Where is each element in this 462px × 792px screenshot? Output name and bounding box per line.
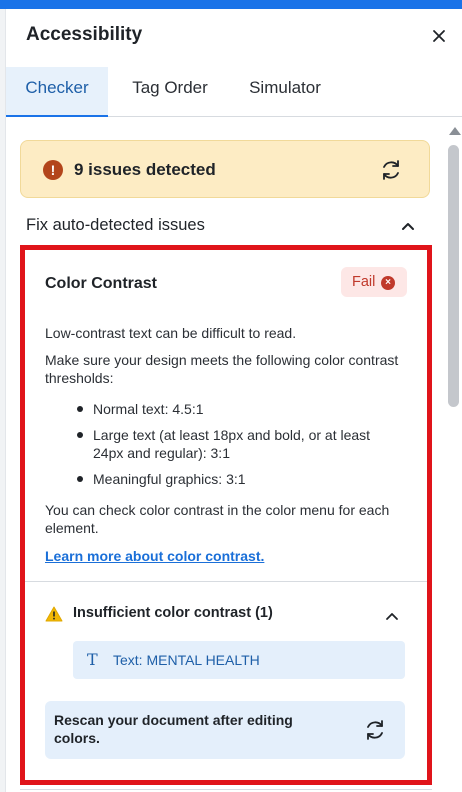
threshold-graphics: Meaningful graphics: 3:1: [93, 471, 246, 487]
insufficient-contrast-toggle[interactable]: Insufficient color contrast (1): [25, 602, 427, 632]
card-title: Color Contrast: [45, 275, 157, 292]
list-item: Meaningful graphics: 3:1: [71, 470, 401, 488]
rescan-notice: Rescan your document after editing color…: [45, 701, 405, 759]
bullet-dot-icon: [77, 476, 83, 482]
chevron-up-icon: [400, 219, 416, 231]
list-item: Normal text: 4.5:1: [71, 400, 401, 418]
fail-status-label: Fail: [352, 274, 376, 290]
fix-issues-label: Fix auto-detected issues: [26, 216, 205, 234]
accessibility-panel: Accessibility Checker Tag Order Simulato…: [6, 9, 462, 792]
issues-count-text: 9 issues detected: [74, 160, 216, 179]
card-thresholds-intro: Make sure your design meets the followin…: [45, 352, 399, 386]
issue-text-item[interactable]: T Text: MENTAL HEALTH: [73, 641, 405, 679]
fail-x-icon: ×: [381, 276, 395, 290]
text-type-icon: T: [87, 650, 98, 669]
learn-more-link[interactable]: Learn more about color contrast.: [45, 548, 264, 564]
scroll-thumb[interactable]: [448, 145, 459, 407]
issue-text-label: Text: MENTAL HEALTH: [113, 652, 260, 668]
chevron-up-icon: [385, 608, 399, 620]
warning-triangle-icon: [45, 606, 63, 622]
scrollbar[interactable]: [446, 121, 462, 792]
threshold-normal: Normal text: 4.5:1: [93, 401, 204, 417]
panel-title: Accessibility: [26, 24, 143, 45]
tab-bar: Checker Tag Order Simulator: [6, 67, 462, 117]
panel-header: Accessibility: [6, 9, 462, 59]
warning-circle-icon: !: [43, 160, 63, 180]
tab-checker[interactable]: Checker: [6, 67, 108, 117]
top-accent-bar: [0, 0, 462, 9]
refresh-icon[interactable]: [363, 718, 387, 742]
threshold-large: Large text (at least 18px and bold, or a…: [93, 427, 371, 461]
refresh-icon[interactable]: [379, 158, 403, 182]
divider: [25, 581, 427, 582]
rescan-text: Rescan your document after editing color…: [54, 712, 293, 746]
tab-simulator[interactable]: Simulator: [234, 67, 336, 117]
fix-issues-toggle[interactable]: Fix auto-detected issues: [6, 205, 426, 245]
threshold-list: Normal text: 4.5:1 Large text (at least …: [71, 400, 401, 496]
scroll-up-arrow-icon[interactable]: [449, 127, 461, 135]
tab-tag-order[interactable]: Tag Order: [118, 67, 222, 117]
issues-banner: ! 9 issues detected: [20, 140, 430, 198]
list-item: Large text (at least 18px and bold, or a…: [71, 426, 401, 462]
close-icon[interactable]: [428, 25, 450, 47]
checker-content: ! 9 issues detected Fix auto-detected is…: [6, 117, 444, 792]
fail-status-badge[interactable]: Fail ×: [341, 267, 407, 297]
card-help-text: You can check color contrast in the colo…: [45, 502, 390, 536]
bullet-dot-icon: [77, 406, 83, 412]
card-description: Low-contrast text can be difficult to re…: [45, 325, 297, 341]
bullet-dot-icon: [77, 432, 83, 438]
insufficient-contrast-label: Insufficient color contrast (1): [73, 605, 273, 621]
color-contrast-card: Color Contrast Fail × Low-contrast text …: [20, 245, 432, 785]
